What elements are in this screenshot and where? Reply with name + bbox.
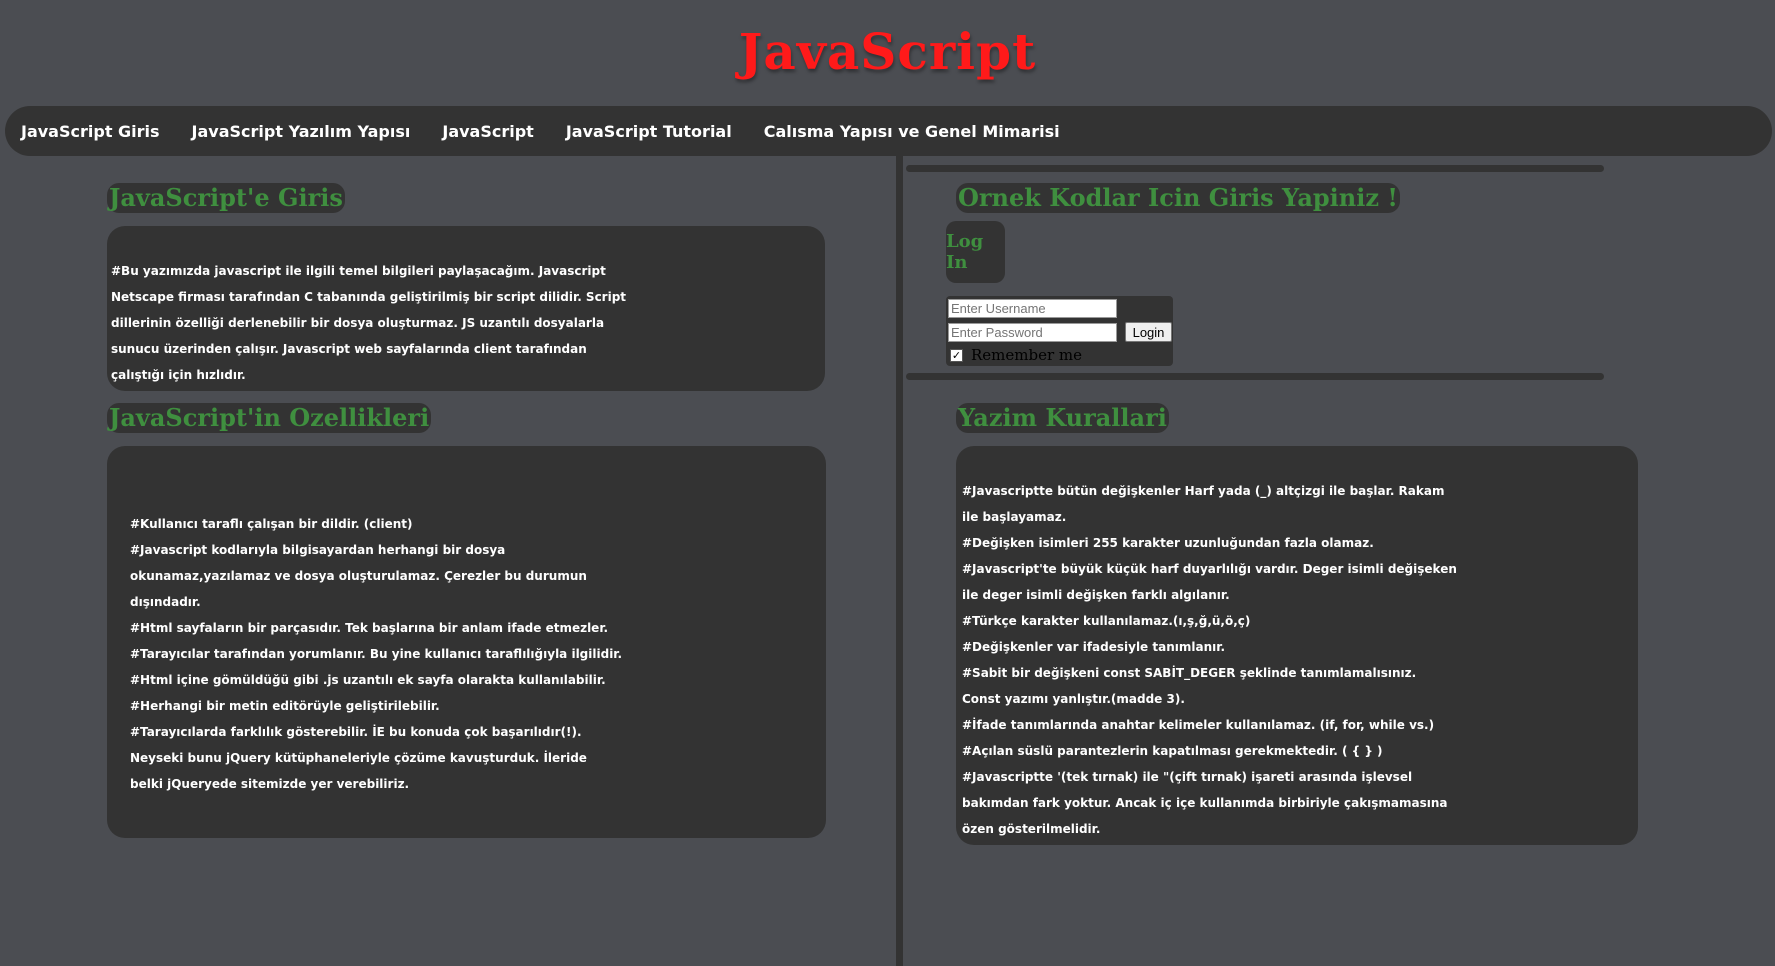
rules-line: #Değişken isimleri 255 karakter uzunluğu… (962, 536, 1374, 550)
intro-line: çalıştığı için hızlıdır. (111, 368, 246, 382)
site-title: JavaScript (738, 22, 1037, 81)
intro-line: Netscape firması tarafından C tabanında … (111, 290, 627, 304)
nav-link-javascript-giris[interactable]: JavaScript Giris (21, 122, 160, 141)
rules-line: ile başlayamaz. (962, 510, 1067, 524)
features-line: belki jQueryede sitemizde yer verebiliri… (130, 777, 410, 791)
features-line: #Html içine gömüldüğü gibi .js uzantılı … (130, 673, 606, 687)
features-heading: JavaScript'in Ozellikleri (107, 403, 432, 433)
right-top-rule (906, 165, 1604, 172)
nav-link-calisma-yapisi[interactable]: Calısma Yapısı ve Genel Mimarisi (764, 122, 1060, 141)
remember-me-row: ✓ Remember me (950, 346, 1082, 364)
remember-me-checkbox[interactable]: ✓ (950, 348, 963, 362)
intro-line: dillerinin özelliği derlenebilir bir dos… (111, 316, 605, 330)
login-heading: Ornek Kodlar Icin Giris Yapiniz ! (956, 183, 1400, 213)
nav-link-yazilim-yapisi[interactable]: JavaScript Yazılım Yapısı (192, 122, 411, 141)
intro-panel: #Bu yazımızda javascript ile ilgili teme… (107, 226, 825, 391)
features-line: #Tarayıcılar tarafından yorumlanır. Bu y… (130, 647, 623, 661)
right-middle-rule (906, 373, 1604, 380)
rules-panel: #Javascriptte bütün değişkenler Harf yad… (956, 446, 1638, 845)
login-submit-button[interactable]: Login (1125, 322, 1172, 342)
features-line: Neyseki bunu jQuery kütüphaneleriyle çöz… (130, 751, 587, 765)
intro-line: sunucu üzerinden çalışır. Javascript web… (111, 342, 587, 356)
intro-heading: JavaScript'e Giris (107, 183, 345, 213)
features-panel: #Kullanıcı taraflı çalışan bir dildir. (… (107, 446, 826, 838)
nav-link-javascript-tutorial[interactable]: JavaScript Tutorial (566, 122, 732, 141)
navbar: JavaScript Giris JavaScript Yazılım Yapı… (5, 106, 1772, 156)
rules-line: bakımdan fark yoktur. Ancak iç içe kulla… (962, 796, 1448, 810)
features-line: #Javascript kodlarıyla bilgisayardan her… (130, 543, 506, 557)
column-divider (896, 156, 903, 966)
password-input[interactable] (948, 323, 1117, 342)
rules-line: #Türkçe karakter kullanılamaz.(ı,ş,ğ,ü,ö… (962, 614, 1251, 628)
features-line: #Herhangi bir metin editörüyle geliştiri… (130, 699, 440, 713)
rules-line: #Açılan süslü parantezlerin kapatılması … (962, 744, 1383, 758)
log-in-button[interactable]: Log In (946, 221, 1005, 283)
rules-line: ile deger isimli değişken farklı algılan… (962, 588, 1230, 602)
intro-line: #Bu yazımızda javascript ile ilgili teme… (111, 264, 606, 278)
features-line: #Kullanıcı taraflı çalışan bir dildir. (… (130, 517, 413, 531)
rules-line: #Sabit bir değişkeni const SABİT_DEGER ş… (962, 666, 1417, 680)
rules-line: #Değişkenler var ifadesiyle tanımlanır. (962, 640, 1225, 654)
login-form: Login ✓ Remember me (946, 296, 1173, 366)
rules-line: #İfade tanımlarında anahtar kelimeler ku… (962, 718, 1435, 732)
features-line: okunamaz,yazılamaz ve dosya oluşturulama… (130, 569, 587, 583)
rules-line: #Javascript'te büyük küçük harf duyarlıl… (962, 562, 1457, 576)
features-line: #Tarayıcılarda farklılık gösterebilir. İ… (130, 725, 582, 739)
rules-line: #Javascriptte bütün değişkenler Harf yad… (962, 484, 1445, 498)
rules-line: özen gösterilmelidir. (962, 822, 1101, 836)
features-line: #Html sayfaların bir parçasıdır. Tek baş… (130, 621, 609, 635)
nav-link-javascript[interactable]: JavaScript (442, 122, 533, 141)
rules-line: Const yazımı yanlıştır.(madde 3). (962, 692, 1185, 706)
rules-heading: Yazim Kurallari (956, 403, 1169, 433)
remember-me-label: Remember me (971, 346, 1083, 364)
features-line: dışındadır. (130, 595, 201, 609)
rules-line: #Javascriptte '(tek tırnak) ile "(çift t… (962, 770, 1413, 784)
username-input[interactable] (948, 299, 1117, 318)
